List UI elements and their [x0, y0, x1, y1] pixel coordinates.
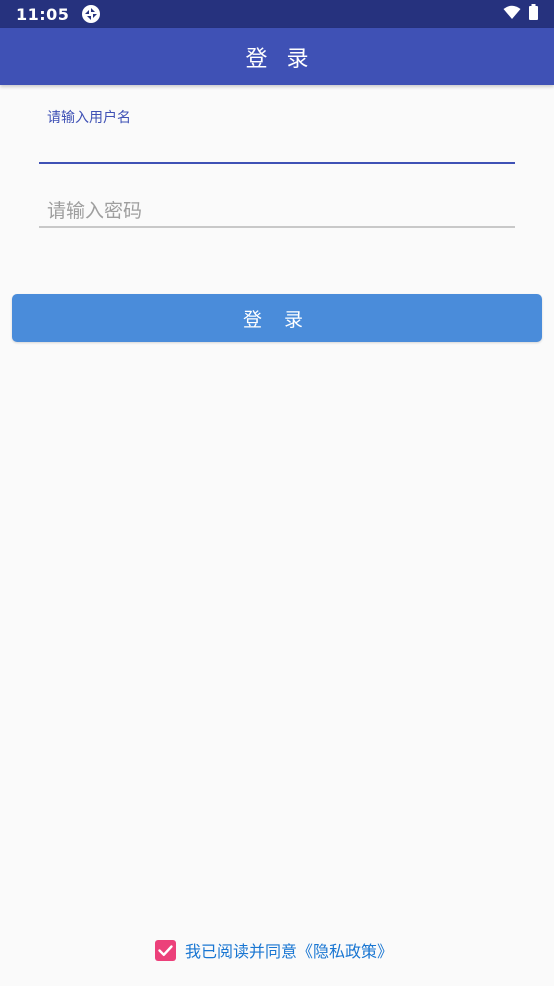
agreement-checkbox[interactable]: [154, 939, 176, 961]
status-bar: 11:05: [0, 0, 554, 28]
username-input[interactable]: [39, 130, 515, 164]
wifi-icon: [503, 5, 521, 24]
agreement-row[interactable]: 我已阅读并同意《隐私政策》: [0, 936, 554, 964]
status-indicators: [503, 4, 538, 24]
app-bar: 登 录: [0, 28, 554, 85]
privacy-policy-link[interactable]: 我已阅读并同意《隐私政策》: [185, 938, 393, 962]
check-icon: [158, 944, 173, 956]
page-title: 登 录: [245, 46, 315, 72]
app-sync-icon: [82, 5, 101, 23]
login-button[interactable]: 登 录: [12, 294, 542, 342]
password-input[interactable]: [39, 194, 515, 228]
battery-icon: [529, 4, 538, 24]
password-field[interactable]: [39, 186, 515, 228]
login-screen: 11:05 登 录 请输入用户名 登 录 我已阅读并同意《隐私政策》: [0, 0, 554, 986]
username-label: 请输入用户名: [47, 110, 131, 126]
status-time: 11:05: [16, 4, 70, 24]
username-field[interactable]: 请输入用户名: [39, 104, 515, 164]
password-underline: [39, 226, 515, 228]
username-underline: [39, 162, 515, 164]
